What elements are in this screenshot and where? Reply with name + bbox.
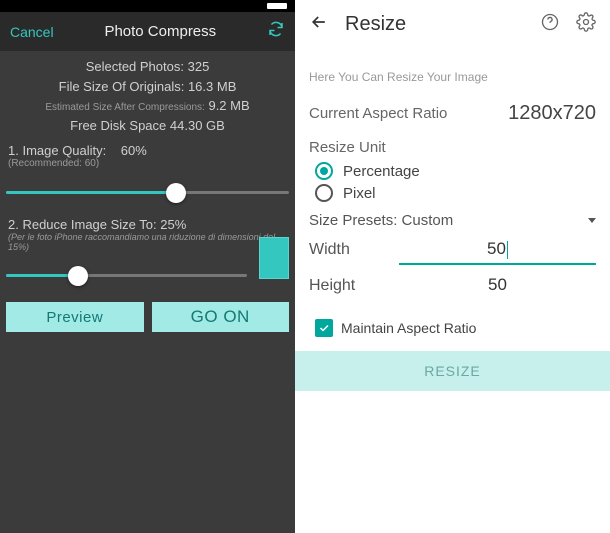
radio-pixel-label: Pixel xyxy=(343,185,376,202)
go-on-button[interactable]: GO ON xyxy=(152,302,290,332)
quality-slider[interactable] xyxy=(6,175,289,211)
resize-button[interactable]: RESIZE xyxy=(295,351,610,391)
size-value: 25% xyxy=(160,217,186,232)
orig-value: 16.3 MB xyxy=(188,79,236,94)
preset-label: Size Presets: xyxy=(309,212,397,229)
preset-value: Custom xyxy=(402,212,454,229)
selected-label: Selected Photos: xyxy=(86,59,184,74)
compress-panel: Cancel Photo Compress Selected Photos: 3… xyxy=(0,0,295,533)
height-label: Height xyxy=(309,277,399,295)
refresh-icon[interactable] xyxy=(267,20,285,43)
radio-percentage[interactable]: Percentage xyxy=(315,162,596,180)
top-bar: Cancel Photo Compress xyxy=(0,12,295,51)
status-bar xyxy=(0,0,295,12)
width-input[interactable]: 50 xyxy=(399,235,596,265)
preview-button[interactable]: Preview xyxy=(6,302,144,332)
checkbox-icon xyxy=(315,319,333,337)
radio-percentage-label: Percentage xyxy=(343,163,420,180)
quality-recommended: (Recommended: 60) xyxy=(8,158,287,169)
help-icon[interactable] xyxy=(540,12,560,37)
aspect-value: 1280x720 xyxy=(508,102,596,125)
resize-panel: Resize Here You Can Resize Your Image Cu… xyxy=(295,0,610,533)
preview-swatch xyxy=(259,237,289,279)
back-icon[interactable] xyxy=(309,12,329,37)
width-label: Width xyxy=(309,241,399,259)
size-presets-dropdown[interactable]: Size Presets: Custom xyxy=(309,212,596,229)
gear-icon[interactable] xyxy=(576,12,596,37)
maintain-label: Maintain Aspect Ratio xyxy=(341,320,476,336)
cancel-button[interactable]: Cancel xyxy=(10,24,54,40)
app-title: Photo Compress xyxy=(104,23,216,40)
free-label: Free Disk Space xyxy=(70,118,166,133)
selected-count: 325 xyxy=(188,59,210,74)
est-value: 9.2 MB xyxy=(208,98,249,113)
size-hint: (Per le foto iPhone raccomandiamo una ri… xyxy=(0,232,295,252)
quality-label: 1. Image Quality: xyxy=(8,143,106,158)
radio-pixel[interactable]: Pixel xyxy=(315,184,596,202)
quality-value: 60% xyxy=(121,143,147,158)
button-row: Preview GO ON xyxy=(0,294,295,340)
chevron-down-icon xyxy=(588,218,596,223)
radio-icon xyxy=(315,184,333,202)
quality-section: 1. Image Quality: 60% (Recommended: 60) xyxy=(0,137,295,169)
free-value: 44.30 GB xyxy=(170,118,225,133)
resize-top-bar: Resize xyxy=(295,0,610,52)
info-block: Selected Photos: 325 File Size Of Origin… xyxy=(0,51,295,137)
radio-icon xyxy=(315,162,333,180)
size-slider[interactable] xyxy=(6,258,247,294)
resize-subtitle: Here You Can Resize Your Image xyxy=(309,70,596,84)
aspect-label: Current Aspect Ratio xyxy=(309,105,447,122)
size-section: 2. Reduce Image Size To: 25% xyxy=(0,211,295,232)
height-input[interactable]: 50 xyxy=(399,271,596,301)
maintain-aspect-checkbox[interactable]: Maintain Aspect Ratio xyxy=(315,319,596,337)
resize-title: Resize xyxy=(345,13,524,36)
orig-label: File Size Of Originals: xyxy=(59,79,185,94)
size-label: 2. Reduce Image Size To: xyxy=(8,217,157,232)
unit-label: Resize Unit xyxy=(309,139,596,156)
est-label: Estimated Size After Compressions: xyxy=(45,102,205,113)
